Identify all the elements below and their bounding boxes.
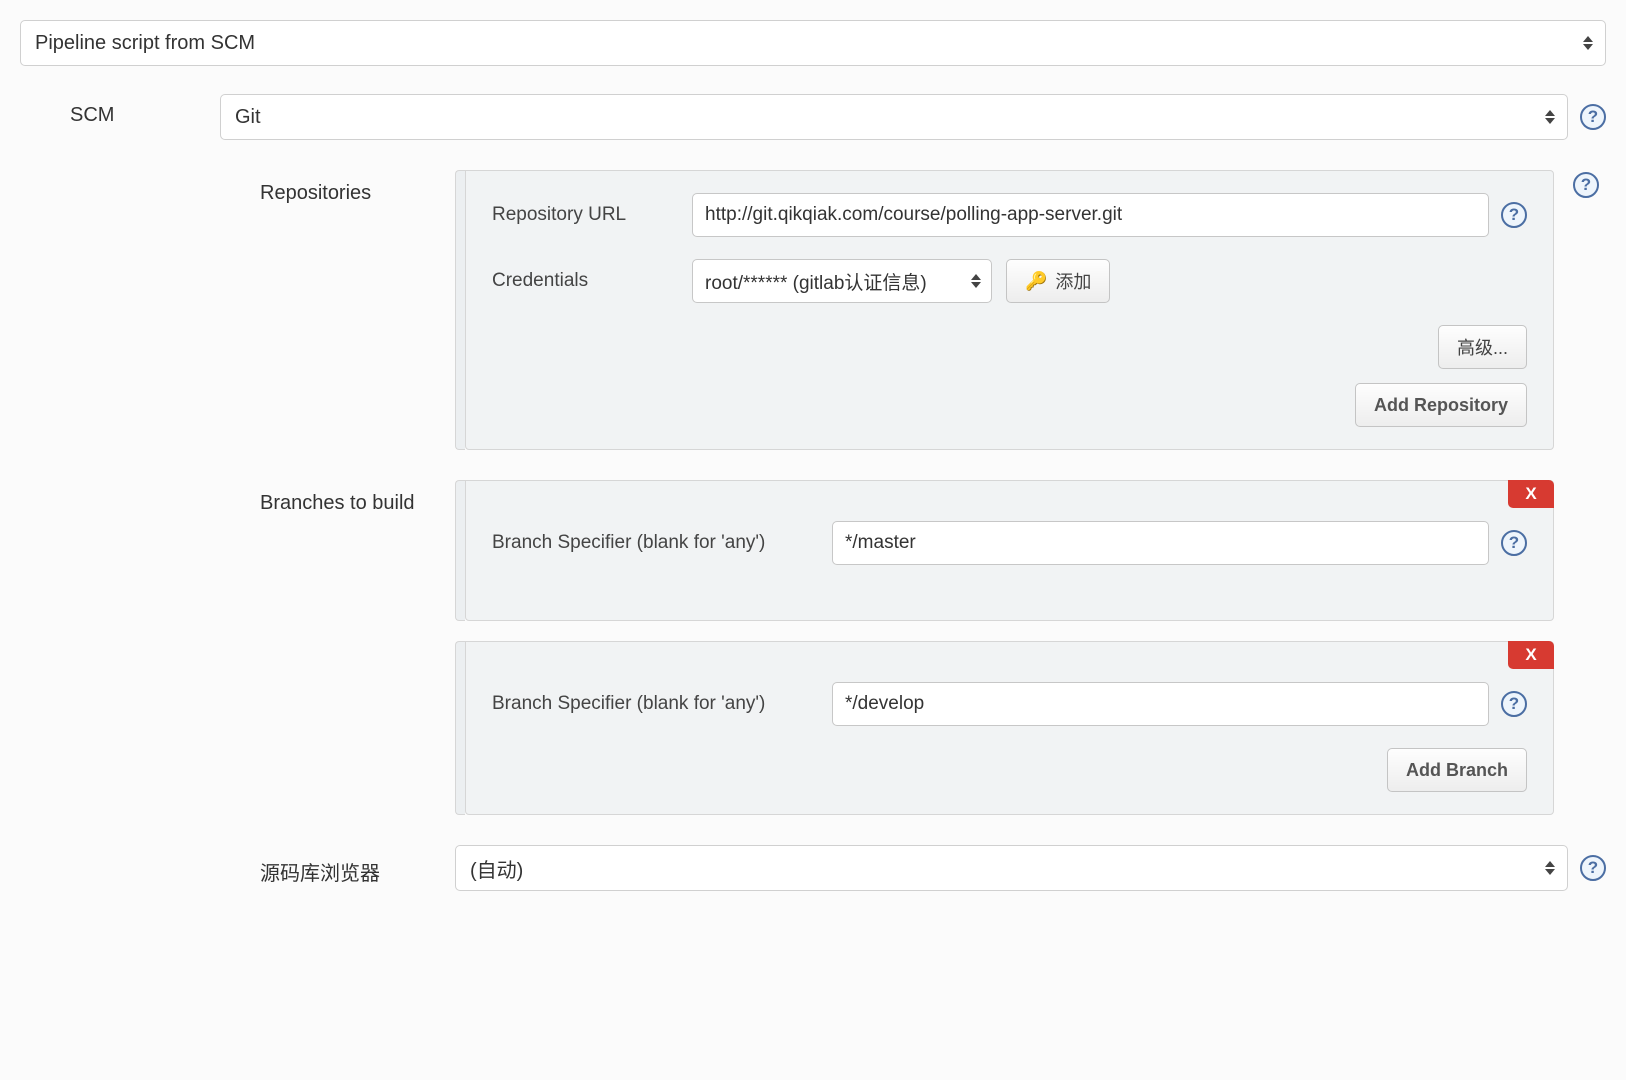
branch-specifier-input[interactable] xyxy=(832,521,1489,565)
delete-branch-button[interactable]: X xyxy=(1508,641,1554,669)
help-icon[interactable]: ? xyxy=(1580,855,1606,881)
branch-specifier-label: Branch Specifier (blank for 'any') xyxy=(492,532,832,554)
branch-panel: X Branch Specifier (blank for 'any') ? A… xyxy=(465,641,1554,815)
scm-label: SCM xyxy=(20,94,220,140)
delete-label: X xyxy=(1525,645,1536,665)
drag-handle[interactable] xyxy=(455,170,465,450)
help-icon[interactable]: ? xyxy=(1501,202,1527,228)
repositories-panel: Repository URL ? Credentials root/******… xyxy=(465,170,1554,450)
branch-specifier-label: Branch Specifier (blank for 'any') xyxy=(492,693,832,715)
credentials-select[interactable]: root/****** (gitlab认证信息) xyxy=(692,259,992,303)
help-icon[interactable]: ? xyxy=(1580,104,1606,130)
repo-url-input[interactable] xyxy=(692,193,1489,237)
add-repository-button[interactable]: Add Repository xyxy=(1355,383,1527,427)
repo-browser-select[interactable]: (自动) xyxy=(455,845,1568,891)
repo-browser-value: (自动) xyxy=(470,854,523,883)
definition-select-value: Pipeline script from SCM xyxy=(35,32,255,55)
updown-icon xyxy=(1545,861,1555,875)
delete-branch-button[interactable]: X xyxy=(1508,480,1554,508)
repo-browser-label: 源码库浏览器 xyxy=(220,845,455,891)
branch-panel: X Branch Specifier (blank for 'any') ? xyxy=(465,480,1554,621)
delete-label: X xyxy=(1525,484,1536,504)
advanced-button-label: 高级... xyxy=(1457,334,1508,360)
updown-icon xyxy=(1583,36,1593,50)
updown-icon xyxy=(971,274,981,288)
key-icon: 🔑 xyxy=(1025,271,1047,292)
branch-specifier-input[interactable] xyxy=(832,682,1489,726)
add-repository-label: Add Repository xyxy=(1374,395,1508,416)
advanced-button[interactable]: 高级... xyxy=(1438,325,1527,369)
help-icon[interactable]: ? xyxy=(1501,530,1527,556)
add-branch-button[interactable]: Add Branch xyxy=(1387,748,1527,792)
add-credentials-button[interactable]: 🔑 添加 xyxy=(1006,259,1110,303)
help-icon[interactable]: ? xyxy=(1501,691,1527,717)
drag-handle[interactable] xyxy=(455,480,465,621)
updown-icon xyxy=(1545,110,1555,124)
drag-handle[interactable] xyxy=(455,641,465,815)
add-branch-label: Add Branch xyxy=(1406,760,1508,781)
definition-select[interactable]: Pipeline script from SCM xyxy=(20,20,1606,66)
repositories-label: Repositories xyxy=(220,170,455,450)
help-icon[interactable]: ? xyxy=(1573,172,1599,198)
credentials-select-value: root/****** (gitlab认证信息) xyxy=(705,268,927,295)
add-credentials-label: 添加 xyxy=(1055,268,1091,294)
scm-select[interactable]: Git xyxy=(220,94,1568,140)
branches-label: Branches to build xyxy=(220,480,455,815)
repo-url-label: Repository URL xyxy=(492,204,692,226)
credentials-label: Credentials xyxy=(492,270,692,292)
scm-select-value: Git xyxy=(235,106,261,129)
